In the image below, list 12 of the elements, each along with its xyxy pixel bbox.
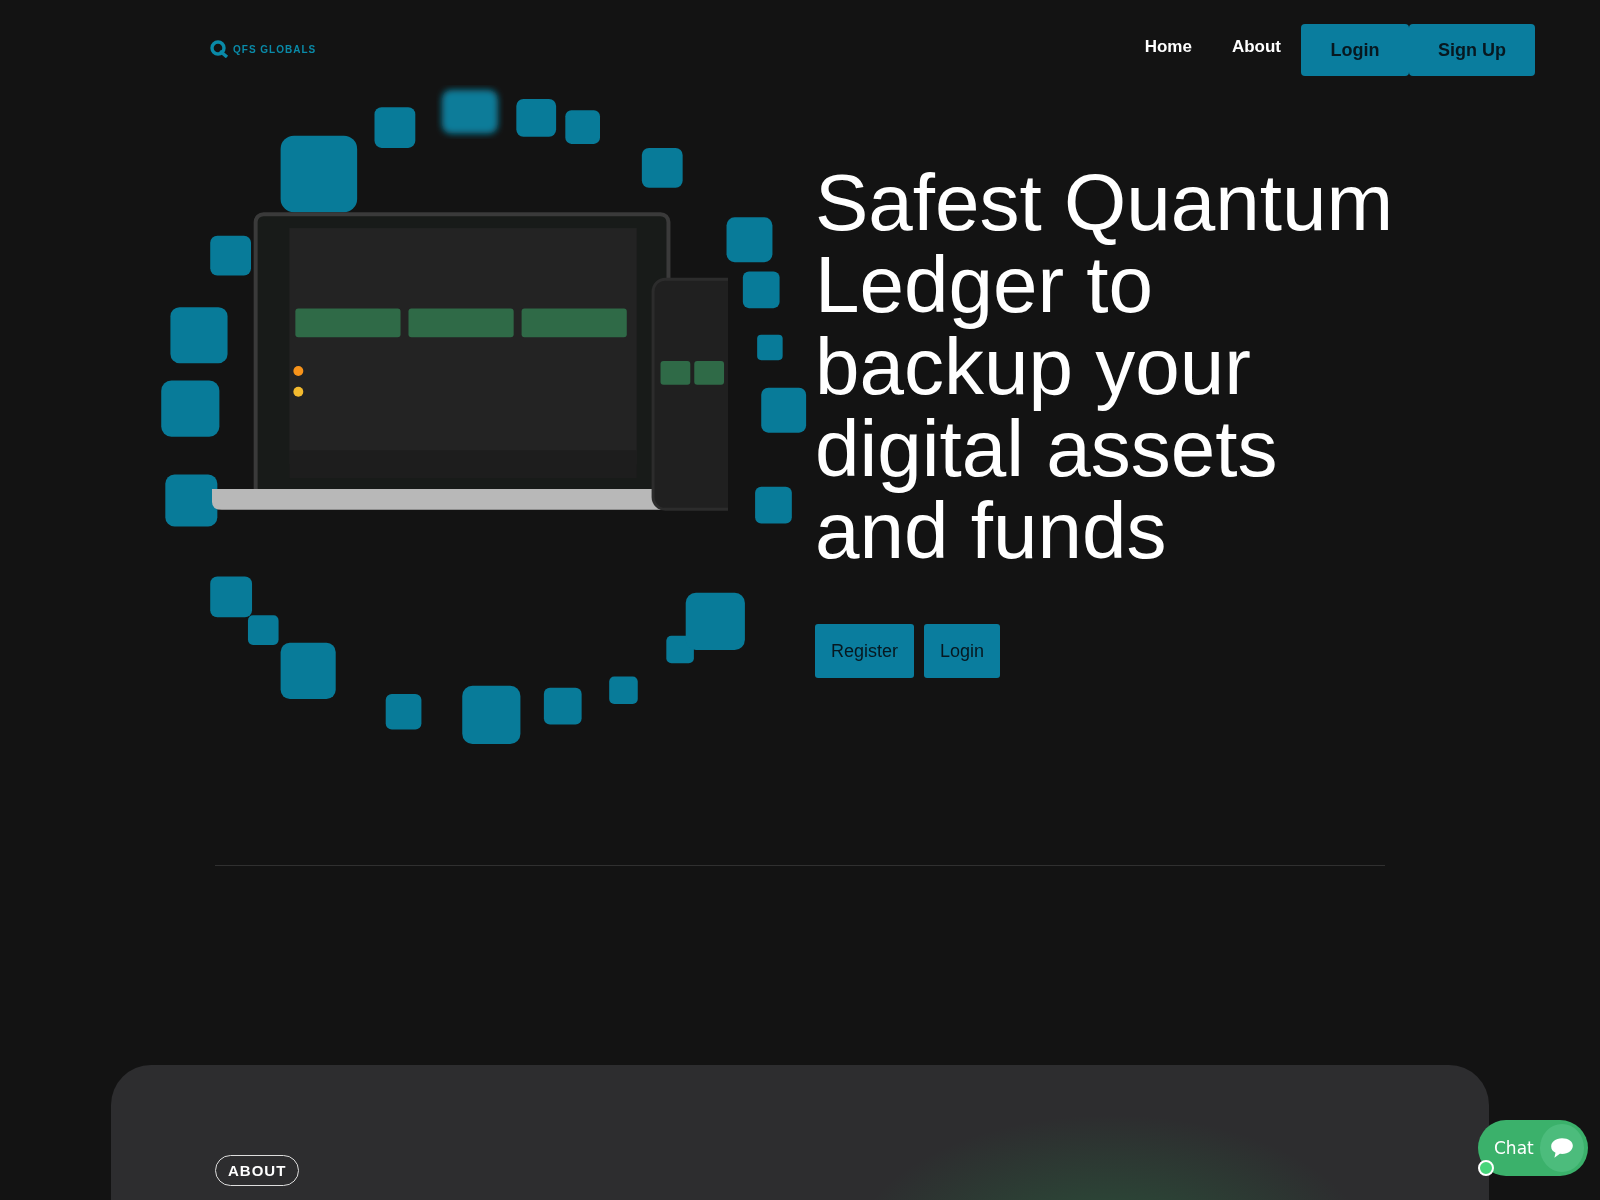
logo-icon	[208, 40, 230, 58]
hero-button[interactable]: Register	[815, 624, 915, 678]
status-dot	[1478, 1160, 1494, 1176]
nav-button[interactable]: Login	[1301, 24, 1409, 76]
logo-text: QFS GLOBALS	[233, 43, 317, 55]
chat-button[interactable]: Chat	[1478, 1120, 1588, 1176]
nav-link[interactable]: Home	[1144, 37, 1192, 57]
chat-icon	[1548, 1136, 1575, 1160]
nav-button[interactable]: Sign Up	[1409, 24, 1535, 76]
hero-headline: Safest Quantum Ledger to backup your digital assets and funds	[815, 162, 1395, 572]
nav-link[interactable]: About	[1231, 37, 1281, 57]
hero-button[interactable]: Login	[924, 624, 1001, 678]
